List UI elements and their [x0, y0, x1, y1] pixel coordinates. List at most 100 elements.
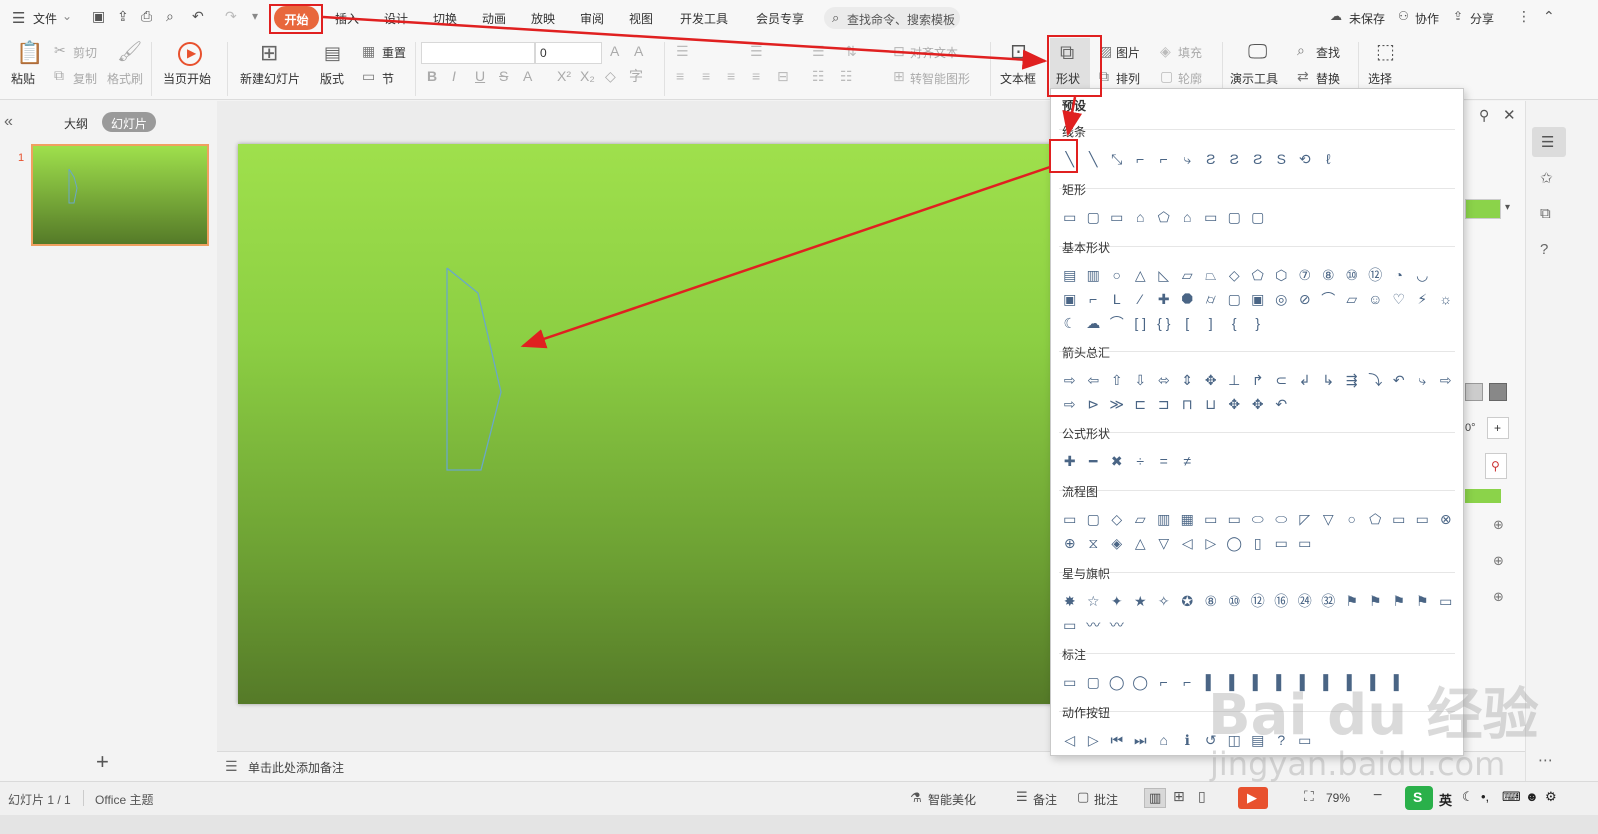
shape-option[interactable]: ⚑ — [1412, 591, 1434, 611]
tab-developer[interactable]: 开发工具 — [680, 10, 728, 27]
shape-option[interactable]: ⑧ — [1200, 591, 1222, 611]
shape-option[interactable]: ☆ — [1083, 591, 1105, 611]
tab-slideshow[interactable]: 放映 — [531, 10, 555, 27]
new-slide-button[interactable]: 新建幻灯片 — [240, 70, 300, 87]
shape-option[interactable]: ] — [1200, 313, 1222, 333]
font-size-select[interactable]: 0 — [535, 42, 602, 64]
shape-option[interactable]: ✥ — [1200, 370, 1222, 390]
shape-option[interactable]: ⇧ — [1106, 370, 1128, 390]
select-button[interactable]: 选择 — [1368, 70, 1392, 87]
shape-option[interactable]: 〰 — [1083, 615, 1105, 635]
shape-option[interactable]: ⊔ — [1200, 394, 1222, 414]
copy-button[interactable]: 复制 — [73, 70, 97, 87]
plus-icon[interactable]: ⊕ — [1493, 517, 1504, 533]
underline-icon[interactable]: U — [475, 69, 485, 83]
shape-option[interactable]: ↶ — [1271, 394, 1293, 414]
shape-option[interactable]: ⯃ — [1177, 289, 1199, 309]
layout-button[interactable]: 版式 — [320, 70, 344, 87]
collapse-ribbon-icon[interactable]: ⌃ — [1543, 8, 1555, 25]
shape-option[interactable]: ▯ — [1247, 533, 1269, 553]
shape-option[interactable]: ⏢ — [1200, 265, 1222, 285]
shape-option[interactable]: ℹ — [1177, 730, 1199, 750]
superscript-icon[interactable]: X² — [557, 69, 571, 83]
shape-option[interactable]: ≠ — [1177, 451, 1199, 471]
slideshow-button[interactable]: ▶ — [1238, 787, 1268, 809]
shape-option[interactable]: ⑧ — [1318, 265, 1340, 285]
shape-option[interactable]: ▭ — [1059, 509, 1081, 529]
beautify-button[interactable]: 智能美化 — [928, 791, 976, 808]
windows-icon[interactable]: ⧉ — [1540, 205, 1551, 222]
shape-option[interactable]: ▭ — [1106, 207, 1128, 227]
shape-option[interactable]: ✥ — [1247, 394, 1269, 414]
normal-view-button[interactable]: ▥ — [1144, 788, 1166, 808]
unsaved-status[interactable]: 未保存 — [1349, 10, 1385, 27]
shrink-font-icon[interactable]: A — [634, 44, 643, 58]
shape-option[interactable]: ⇕ — [1177, 370, 1199, 390]
strike-icon[interactable]: S — [499, 69, 508, 83]
help-icon[interactable]: ? — [1540, 241, 1548, 258]
shape-option[interactable]: ⤵ — [1365, 370, 1387, 390]
grow-font-icon[interactable]: A — [610, 44, 619, 58]
smart-shape-button[interactable]: 转智能图形 — [910, 70, 970, 87]
shape-option[interactable]: ▢ — [1083, 509, 1105, 529]
shape-option[interactable]: ⑯ — [1271, 591, 1293, 611]
shape-option[interactable]: ◯ — [1130, 672, 1152, 692]
shape-option[interactable]: ◔ — [1388, 265, 1410, 285]
freeform-shape[interactable] — [238, 144, 1068, 704]
theme-name[interactable]: Office 主题 — [95, 791, 153, 808]
export-icon[interactable]: ⇪ — [117, 8, 129, 25]
more-icon[interactable]: ⋯ — [1538, 751, 1553, 769]
shape-option[interactable]: ↲ — [1294, 370, 1316, 390]
shape-option[interactable]: ▭ — [1271, 533, 1293, 553]
tab-view[interactable]: 视图 — [629, 10, 653, 27]
shape-option[interactable]: ✸ — [1059, 591, 1081, 611]
shape-option[interactable]: ◡ — [1412, 265, 1434, 285]
numbering-icon[interactable]: ☷ — [840, 69, 853, 83]
font-color-icon[interactable]: A — [523, 69, 532, 83]
shape-option[interactable]: ◇ — [1106, 509, 1128, 529]
shape-option[interactable]: ⚑ — [1388, 591, 1410, 611]
align-text-button[interactable]: 对齐文本 — [910, 44, 958, 61]
shape-option[interactable]: ▭ — [1412, 509, 1434, 529]
shape-option[interactable]: ⑫ — [1247, 591, 1269, 611]
align-center-icon[interactable]: ≡ — [702, 69, 710, 83]
shape-option[interactable]: ⇨ — [1059, 370, 1081, 390]
shape-option[interactable]: ⬡ — [1271, 265, 1293, 285]
shape-option[interactable]: ⇨ — [1435, 370, 1457, 390]
moon-icon[interactable]: ☾ — [1462, 789, 1474, 805]
tab-insert[interactable]: 插入 — [335, 10, 359, 27]
distribute-icon[interactable]: ⊟ — [777, 69, 789, 83]
replace-button[interactable]: 替换 — [1316, 70, 1340, 87]
shape-option[interactable]: ⚑ — [1365, 591, 1387, 611]
shape-option[interactable]: ℓ — [1318, 149, 1340, 169]
shape-option[interactable]: ☼ — [1435, 289, 1457, 309]
shape-option[interactable]: ⇨ — [1059, 394, 1081, 414]
shape-option[interactable]: ▢ — [1247, 207, 1269, 227]
shape-option[interactable]: ▷ — [1200, 533, 1222, 553]
undo-icon[interactable]: ↶ — [192, 8, 204, 25]
chevron-down-icon[interactable]: ⌄ — [62, 9, 72, 23]
align-left-icon[interactable]: ≡ — [676, 69, 684, 83]
paste-button[interactable]: 粘贴 — [11, 70, 35, 87]
format-painter-button[interactable]: 格式刷 — [107, 70, 143, 87]
shape-option[interactable]: ⑫ — [1365, 265, 1387, 285]
tab-review[interactable]: 审阅 — [580, 10, 604, 27]
shape-option[interactable]: ☺ — [1365, 289, 1387, 309]
redo-icon[interactable]: ↷ — [225, 8, 237, 25]
play-from-current-button[interactable]: 当页开始 — [163, 70, 211, 87]
shape-option[interactable]: ⊐ — [1153, 394, 1175, 414]
shape-option[interactable]: L — [1106, 289, 1128, 309]
shape-option[interactable]: ⊳ — [1083, 394, 1105, 414]
shape-option[interactable]: Ƨ — [1200, 149, 1222, 169]
shape-option[interactable]: ★ — [1130, 591, 1152, 611]
shape-option[interactable]: ▭ — [1294, 533, 1316, 553]
shape-option[interactable]: ✪ — [1177, 591, 1199, 611]
shape-option[interactable]: ▱ — [1177, 265, 1199, 285]
shape-option[interactable]: ◯ — [1106, 672, 1128, 692]
shape-option[interactable]: ↶ — [1388, 370, 1410, 390]
shape-option[interactable]: ☁ — [1083, 313, 1105, 333]
shape-option[interactable]: ⊓ — [1177, 394, 1199, 414]
shape-option[interactable]: { } — [1153, 313, 1175, 333]
shape-option[interactable]: ⑦ — [1294, 265, 1316, 285]
shape-option[interactable]: ▷ — [1083, 730, 1105, 750]
